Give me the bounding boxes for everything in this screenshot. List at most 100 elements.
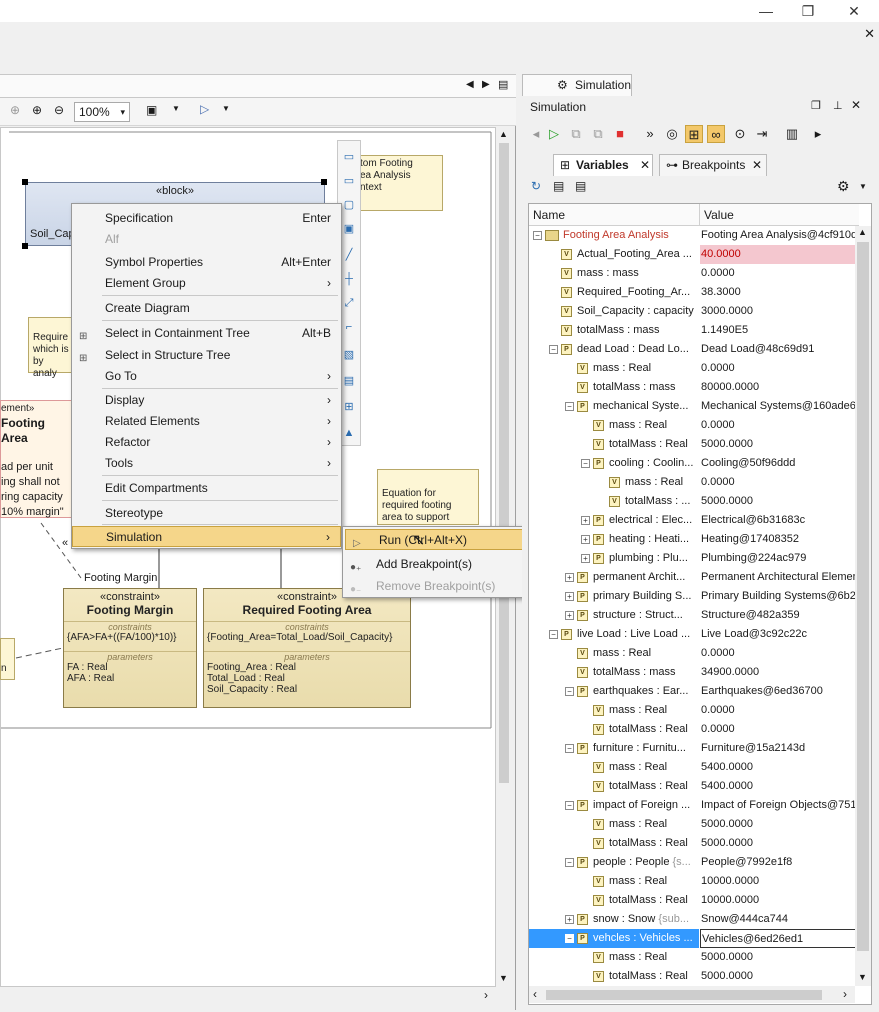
table-row[interactable]: VtotalMass : Real 5000.0000	[529, 435, 856, 454]
row-value-cell[interactable]: 3000.0000	[700, 302, 856, 321]
minimize-button[interactable]: —	[751, 0, 781, 22]
image-icon[interactable]: ▧	[341, 347, 357, 363]
row-name-cell[interactable]: − Pimpact of Foreign ...	[529, 796, 699, 815]
tab-breakpoints[interactable]: ⊶ Breakpoints ✕	[659, 154, 767, 176]
row-name-cell[interactable]: VtotalMass : Real	[529, 777, 699, 796]
menu-item-refactor[interactable]: Refactor ›	[72, 432, 341, 453]
session-icon[interactable]: ▥	[783, 125, 801, 143]
menu-item-go-to[interactable]: Go To ›	[72, 366, 341, 387]
menu-item-select-structure-tree[interactable]: ⊞ Select in Structure Tree	[72, 345, 341, 366]
row-value-cell[interactable]: Vehicles@6ed26ed1	[700, 929, 856, 948]
table-row[interactable]: − Pimpact of Foreign ... Impact of Foreign…	[529, 796, 856, 815]
play-icon[interactable]: ▷	[200, 102, 209, 116]
row-value-cell[interactable]: 10000.0000	[700, 872, 856, 891]
row-name-cell[interactable]: VtotalMass : Real	[529, 435, 699, 454]
suspend-icon[interactable]: ⧉	[589, 125, 607, 143]
menu-item-stereotype[interactable]: Stereotype	[72, 503, 341, 524]
selection-handle[interactable]	[321, 179, 327, 185]
menu-item-remove-breakpoints[interactable]: ●₋ Remove Breakpoint(s)	[343, 576, 535, 597]
row-name-cell[interactable]: Vmass : Real	[529, 872, 699, 891]
table-row[interactable]: − Plive Load : Live Load ... Live Load@3c9…	[529, 625, 856, 644]
menu-item-run[interactable]: ▷ Run (Ctrl+Alt+X)	[345, 529, 533, 550]
row-value-cell[interactable]: 38.3000	[700, 283, 856, 302]
table-row[interactable]: Vmass : Real 5400.0000	[529, 758, 856, 777]
table-row[interactable]: Vmass : Real 0.0000	[529, 644, 856, 663]
requirement-shape[interactable]: ement» Footing Area ad per unit ing shal…	[0, 400, 74, 518]
collapse-toggle-icon[interactable]: −	[533, 231, 542, 240]
context-note[interactable]: tom Footing ea Analysis ntext	[355, 155, 443, 211]
row-value-cell[interactable]: 5400.0000	[700, 758, 856, 777]
layout-icon[interactable]: ▣	[146, 103, 157, 117]
row-name-cell[interactable]: − Pcooling : Coolin...	[529, 454, 699, 473]
row-name-cell[interactable]: − Pmechanical Syste...	[529, 397, 699, 416]
row-name-cell[interactable]: − Footing Area Analysis	[529, 226, 699, 245]
row-value-cell[interactable]: Primary Building Systems@6b24	[700, 587, 856, 606]
trace-icon[interactable]: ⊞	[685, 125, 703, 143]
row-value-cell[interactable]: 0.0000	[700, 473, 856, 492]
row-name-cell[interactable]: + Psnow : Snow {sub...	[529, 910, 699, 929]
connector-icon[interactable]: ▣	[341, 221, 357, 237]
row-value-cell[interactable]: 10000.0000	[700, 891, 856, 910]
row-value-cell[interactable]: Structure@482a359	[700, 606, 856, 625]
row-value-cell[interactable]: 5000.0000	[700, 948, 856, 967]
step-back-icon[interactable]: ◂	[527, 125, 545, 143]
row-value-cell[interactable]: 80000.0000	[700, 378, 856, 397]
pin-icon[interactable]: ⊥	[833, 99, 843, 112]
close-icon[interactable]: ✕	[851, 98, 861, 112]
row-value-cell[interactable]: Permanent Architectural Elemen	[700, 568, 856, 587]
row-name-cell[interactable]: − Plive Load : Live Load ...	[529, 625, 699, 644]
selection-handle[interactable]	[22, 243, 28, 249]
relation-icon[interactable]: ⤢	[341, 295, 357, 311]
tab-list-icon[interactable]: ▤	[498, 78, 508, 91]
refresh-icon[interactable]: ↻	[531, 179, 541, 193]
table-row[interactable]: V Required_Footing_Ar... 38.3000	[529, 283, 856, 302]
row-name-cell[interactable]: − Pdead Load : Dead Lo...	[529, 340, 699, 359]
row-name-cell[interactable]: V Required_Footing_Ar...	[529, 283, 699, 302]
table-row[interactable]: + Pstructure : Struct... Structure@482a359	[529, 606, 856, 625]
auto-open-icon[interactable]: ∞	[707, 125, 725, 143]
settings-gear-icon[interactable]: ⚙	[837, 178, 850, 195]
table-row[interactable]: − Pcooling : Coolin... Cooling@50f96ddd	[529, 454, 856, 473]
row-name-cell[interactable]: Vmass : Real	[529, 758, 699, 777]
table-row[interactable]: − Pearthquakes : Ear... Earthquakes@6ed367…	[529, 682, 856, 701]
menu-item-display[interactable]: Display ›	[72, 390, 341, 411]
row-value-cell[interactable]: 5000.0000	[700, 967, 856, 986]
row-name-cell[interactable]: VtotalMass : mass	[529, 663, 699, 682]
table-row[interactable]: + Pplumbing : Plu... Plumbing@224ac979	[529, 549, 856, 568]
table-scroll-thumb[interactable]	[857, 242, 869, 951]
row-value-cell[interactable]: Snow@444ca744	[700, 910, 856, 929]
row-name-cell[interactable]: VtotalMass : mass	[529, 321, 699, 340]
expand-toggle-icon[interactable]: +	[581, 535, 590, 544]
equation-note[interactable]: Equation for required footing area to su…	[377, 469, 479, 525]
expand-toggle-icon[interactable]: +	[581, 516, 590, 525]
row-value-cell[interactable]: 0.0000	[700, 416, 856, 435]
start-icon[interactable]: ▷	[545, 125, 563, 143]
row-value-cell[interactable]: Footing Area Analysis@4cf910d	[700, 226, 856, 245]
column-value[interactable]: Value	[704, 208, 734, 222]
tab-scroll-right-icon[interactable]: ▶	[482, 79, 490, 90]
expand-toggle-icon[interactable]: +	[565, 573, 574, 582]
row-name-cell[interactable]: + Pheating : Heati...	[529, 530, 699, 549]
zoom-tool-icon[interactable]: ⊕	[10, 103, 20, 117]
row-value-cell[interactable]: 5400.0000	[700, 777, 856, 796]
row-value-cell[interactable]: 0.0000	[700, 701, 856, 720]
row-value-cell[interactable]: Heating@17408352	[700, 530, 856, 549]
table-row[interactable]: − Pvehcles : Vehicles ... Vehicles@6ed26ed…	[529, 929, 856, 948]
menu-item-alf[interactable]: Alf	[72, 229, 341, 250]
dependency-icon[interactable]: ┼	[341, 271, 357, 287]
port-icon[interactable]: ▢	[341, 197, 357, 213]
table-row[interactable]: + Psnow : Snow {sub... Snow@444ca744	[529, 910, 856, 929]
row-name-cell[interactable]: VtotalMass : mass	[529, 378, 699, 397]
table-row[interactable]: VtotalMass : mass 80000.0000	[529, 378, 856, 397]
row-value-cell[interactable]: 40.0000	[700, 245, 856, 264]
table-row[interactable]: Vmass : Real 0.0000	[529, 416, 856, 435]
row-name-cell[interactable]: Vmass : Real	[529, 359, 699, 378]
column-name[interactable]: Name	[533, 208, 565, 222]
left-stub-note[interactable]: n	[0, 638, 15, 680]
row-value-cell[interactable]: 0.0000	[700, 720, 856, 739]
row-name-cell[interactable]: − Pvehcles : Vehicles ...	[529, 929, 699, 948]
chevron-down-icon[interactable]: ▼	[172, 104, 180, 113]
menu-item-symbol-properties[interactable]: Symbol Properties Alt+Enter	[72, 252, 341, 273]
structure-icon[interactable]: ⊞	[341, 399, 357, 415]
row-name-cell[interactable]: VtotalMass : Real	[529, 720, 699, 739]
